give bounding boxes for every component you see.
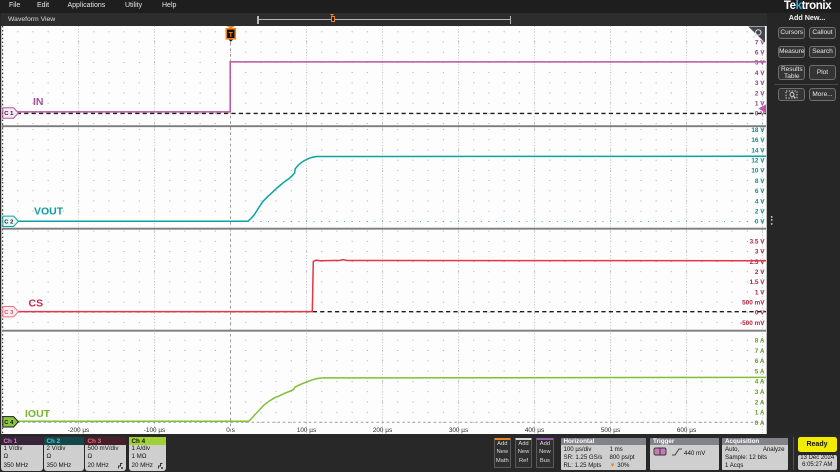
svg-text:CS: CS — [29, 298, 44, 310]
svg-text:500 µs: 500 µs — [601, 427, 620, 434]
svg-text:100 µs: 100 µs — [297, 427, 316, 434]
svg-text:1 A: 1 A — [755, 410, 765, 417]
svg-text:5 V: 5 V — [755, 60, 765, 67]
svg-text:5 A: 5 A — [755, 368, 765, 375]
svg-text:0 s: 0 s — [226, 427, 235, 434]
svg-text:3 V: 3 V — [755, 249, 765, 256]
svg-text:440 mV: 440 mV — [684, 450, 706, 457]
svg-text:0 V: 0 V — [755, 310, 765, 317]
svg-text:8 A: 8 A — [755, 338, 765, 345]
svg-text:2 V: 2 V — [755, 90, 765, 97]
svg-text:600 µs: 600 µs — [677, 427, 696, 434]
svg-text:10 V: 10 V — [751, 168, 765, 175]
svg-text:IN: IN — [33, 96, 44, 108]
svg-text:16 V: 16 V — [751, 137, 765, 144]
svg-text:12 V: 12 V — [751, 158, 765, 165]
svg-text:-100 µs: -100 µs — [144, 427, 165, 434]
svg-text:VOUT: VOUT — [34, 206, 64, 218]
svg-text:18 V: 18 V — [751, 127, 765, 134]
svg-text:0 V: 0 V — [755, 111, 765, 118]
svg-text:2 A: 2 A — [755, 399, 765, 406]
svg-text:6 V: 6 V — [755, 188, 765, 195]
svg-text:3 A: 3 A — [755, 389, 765, 396]
svg-text:2 V: 2 V — [755, 209, 765, 216]
svg-text:4 V: 4 V — [755, 198, 765, 205]
svg-text:-200 µs: -200 µs — [68, 427, 89, 434]
svg-text:200 µs: 200 µs — [373, 427, 392, 434]
svg-text:6 A: 6 A — [755, 358, 765, 365]
svg-text:8 V: 8 V — [755, 178, 765, 185]
svg-text:0 A: 0 A — [755, 420, 765, 427]
svg-text:IOUT: IOUT — [25, 408, 51, 420]
svg-text:1 V: 1 V — [755, 289, 765, 296]
svg-text:4 V: 4 V — [755, 70, 765, 77]
svg-text:7 A: 7 A — [755, 348, 765, 355]
svg-text:C 3: C 3 — [4, 310, 14, 316]
svg-text:3.5 V: 3.5 V — [750, 239, 766, 246]
svg-text:4 A: 4 A — [755, 379, 765, 386]
svg-text:0 V: 0 V — [755, 219, 765, 226]
svg-text:C 1: C 1 — [4, 111, 14, 117]
svg-text:300 µs: 300 µs — [449, 427, 468, 434]
svg-text:2 V: 2 V — [755, 269, 765, 276]
svg-text:C 4: C 4 — [4, 420, 14, 426]
svg-text:6 V: 6 V — [755, 50, 765, 57]
svg-text:-500 mV: -500 mV — [740, 320, 765, 327]
svg-text:C 2: C 2 — [4, 220, 13, 226]
svg-text:3 V: 3 V — [755, 80, 765, 87]
svg-text:1.5 V: 1.5 V — [750, 279, 766, 286]
svg-text:14 V: 14 V — [751, 147, 765, 154]
svg-text:500 mV: 500 mV — [742, 300, 765, 307]
svg-text:400 µs: 400 µs — [525, 427, 544, 434]
svg-text:T: T — [229, 32, 234, 39]
